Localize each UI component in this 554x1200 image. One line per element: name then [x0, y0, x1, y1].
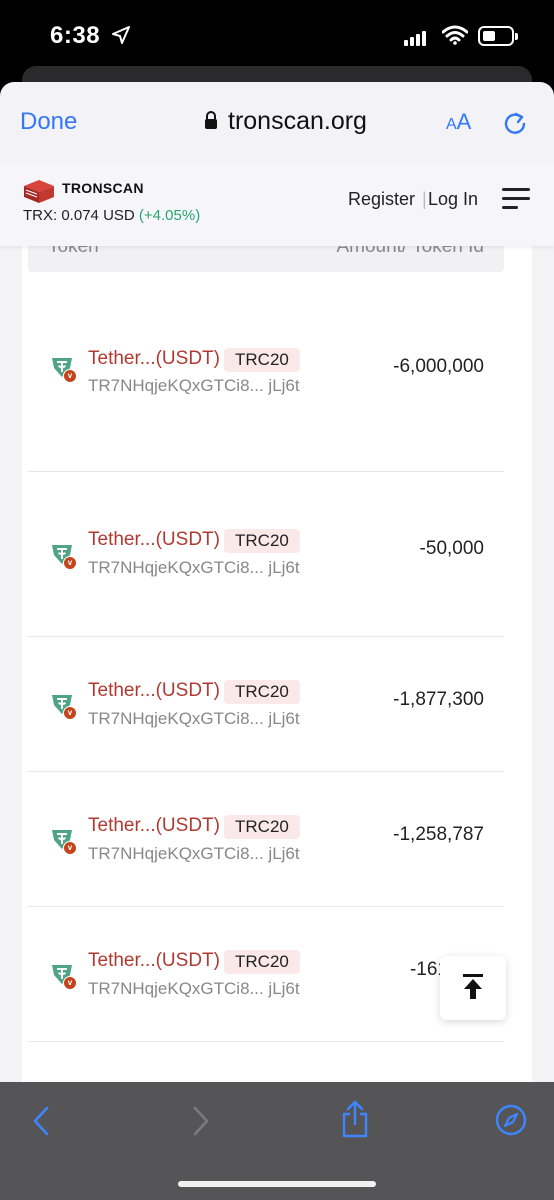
hamburger-menu-icon[interactable]: [502, 188, 530, 210]
tether-token-icon: v: [50, 541, 78, 573]
site-header: TRONSCAN TRX: 0.074 USD (+4.05%) Registe…: [0, 162, 554, 246]
token-amount: -1,258,787: [393, 824, 484, 845]
tether-token-icon: v: [50, 961, 78, 993]
verified-badge-icon: v: [63, 556, 77, 570]
token-standard-badge: TRC20: [224, 950, 300, 974]
home-indicator[interactable]: [178, 1181, 376, 1187]
tether-token-icon: v: [50, 826, 78, 858]
token-contract-address[interactable]: TR7NHqjeKQxGTCi8... jLj6t: [88, 376, 300, 396]
token-standard-badge: TRC20: [224, 815, 300, 839]
tether-token-icon: v: [50, 691, 78, 723]
token-amount: -6,000,000: [393, 356, 484, 377]
arrow-up-to-top-icon: [463, 974, 483, 999]
token-name-link[interactable]: Tether...(USDT): [88, 348, 220, 370]
text-size-button[interactable]: AA: [446, 109, 471, 135]
browser-top-bar: Done tronscan.org AA: [0, 82, 554, 162]
done-button[interactable]: Done: [20, 108, 77, 136]
login-link[interactable]: Log In: [428, 189, 478, 210]
reload-icon[interactable]: [503, 109, 527, 135]
lock-icon: [205, 111, 217, 129]
trx-price-label: TRX:: [23, 207, 58, 224]
text-size-large-a: A: [456, 109, 472, 134]
text-size-small-a: A: [446, 116, 457, 133]
trx-price-currency: USD: [103, 207, 135, 224]
compass-icon[interactable]: [495, 1104, 527, 1136]
address-bar-url[interactable]: tronscan.org: [228, 107, 367, 136]
table-row: v Tether...(USDT) TRC20 TR7NHqjeKQxGTCi8…: [28, 772, 504, 907]
table-row: v Tether...(USDT) TRC20 TR7NHqjeKQxGTCi8…: [28, 637, 504, 772]
cellular-signal-icon: [404, 28, 428, 46]
token-standard-badge: TRC20: [224, 348, 300, 372]
share-icon[interactable]: [340, 1100, 370, 1138]
verified-badge-icon: v: [63, 369, 77, 383]
status-bar: 6:38: [0, 0, 554, 72]
token-name-link[interactable]: Tether...(USDT): [88, 680, 220, 702]
forward-chevron-icon[interactable]: [192, 1106, 210, 1136]
token-amount: -1,877,300: [393, 689, 484, 710]
tronscan-logo-text[interactable]: TRONSCAN: [62, 180, 144, 196]
tether-token-icon: v: [50, 354, 78, 386]
trx-price-change: (+4.05%): [138, 207, 201, 224]
tronscan-logo-icon[interactable]: [22, 178, 56, 204]
back-chevron-icon[interactable]: [32, 1106, 50, 1136]
location-arrow-icon: [112, 26, 130, 44]
trx-price-value: 0.074: [61, 207, 99, 224]
register-link[interactable]: Register: [348, 189, 415, 210]
token-standard-badge: TRC20: [224, 529, 300, 553]
verified-badge-icon: v: [63, 976, 77, 990]
table-row: v Tether...(USDT) TRC20 TR7NHqjeKQxGTCi8…: [28, 472, 504, 637]
battery-icon: [478, 26, 518, 46]
nav-separator: |: [422, 189, 427, 209]
verified-badge-icon: v: [63, 841, 77, 855]
token-contract-address[interactable]: TR7NHqjeKQxGTCi8... jLj6t: [88, 709, 300, 729]
table-row: v Tether...(USDT) TRC20 TR7NHqjeKQxGTCi8…: [28, 272, 504, 472]
token-amount: -50,000: [419, 538, 484, 559]
token-contract-address[interactable]: TR7NHqjeKQxGTCi8... jLj6t: [88, 979, 300, 999]
token-name-link[interactable]: Tether...(USDT): [88, 529, 220, 551]
token-name-link[interactable]: Tether...(USDT): [88, 815, 220, 837]
status-time: 6:38: [50, 22, 101, 49]
token-contract-address[interactable]: TR7NHqjeKQxGTCi8... jLj6t: [88, 844, 300, 864]
verified-badge-icon: v: [63, 706, 77, 720]
table-row: v Tether...(USDT) TRC20 TR7NHqjeKQxGTCi8…: [28, 907, 504, 1042]
token-standard-badge: TRC20: [224, 680, 300, 704]
scroll-to-top-button[interactable]: [440, 956, 506, 1020]
web-page: Token Amount/ Token Id v Tether...(USDT)…: [0, 162, 554, 1082]
token-contract-address[interactable]: TR7NHqjeKQxGTCi8... jLj6t: [88, 558, 300, 578]
wifi-icon: [442, 25, 468, 45]
token-name-link[interactable]: Tether...(USDT): [88, 950, 220, 972]
trx-price: TRX: 0.074 USD (+4.05%): [23, 207, 200, 224]
